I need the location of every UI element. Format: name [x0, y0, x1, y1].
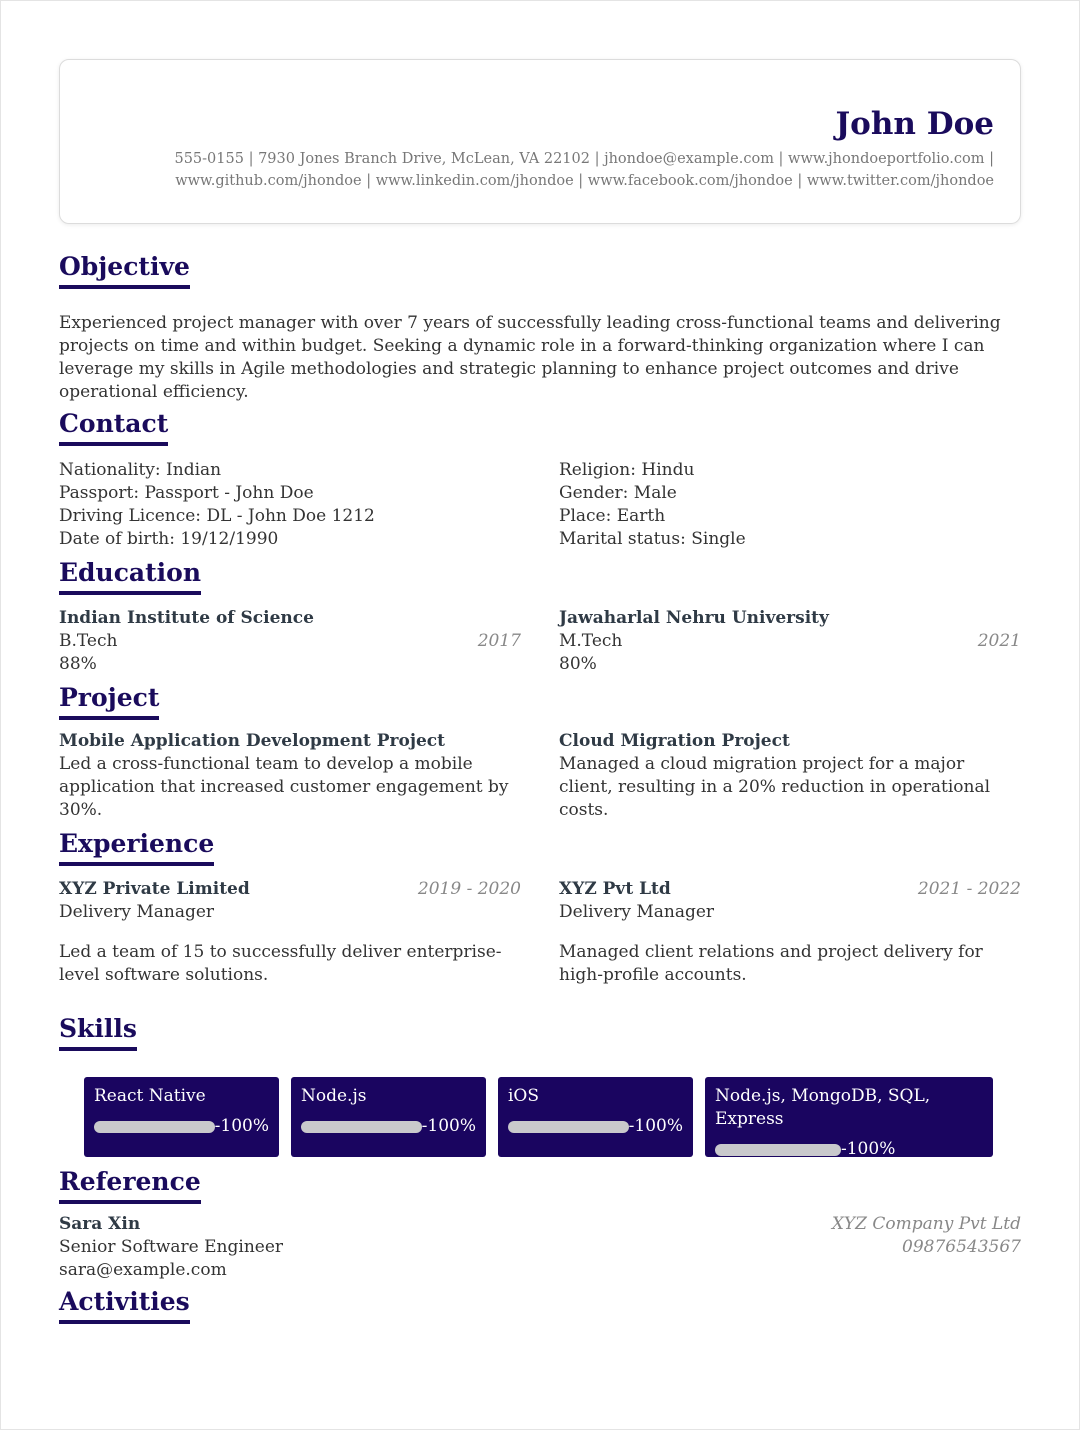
experience-period: 2019 - 2020: [417, 879, 521, 899]
skill-level-bar: [94, 1120, 215, 1133]
education-score: 88%: [59, 654, 97, 674]
skill-card: React Native -100%: [84, 1077, 279, 1157]
section-objective: Objective Experienced project manager wi…: [59, 252, 1021, 404]
experience-item: XYZ Pvt Ltd 2021 - 2022 Delivery Manager…: [559, 878, 1021, 987]
contact-line-2: www.github.com/jhondoe | www.linkedin.co…: [175, 173, 994, 189]
contact-religion: Religion: Hindu: [559, 460, 695, 480]
section-title-activities: Activities: [59, 1287, 190, 1324]
education-year: 2017: [477, 631, 521, 651]
experience-header: XYZ Pvt Ltd 2021 - 2022: [559, 878, 1021, 901]
education-year: 2021: [977, 631, 1021, 651]
experience-description: Led a team of 15 to successfully deliver…: [59, 942, 502, 985]
section-experience: Experience XYZ Private Limited 2019 - 20…: [59, 829, 1021, 987]
contact-nationality: Nationality: Indian: [59, 460, 222, 480]
skill-level-label: -100%: [421, 1116, 476, 1136]
reference-item: Sara Xin Senior Software Engineer sara@e…: [59, 1213, 1021, 1282]
section-title-contact: Contact: [59, 409, 169, 446]
project-list: Mobile Application Development Project L…: [59, 730, 1021, 822]
skill-level-bar: [715, 1143, 841, 1156]
experience-role: Delivery Manager: [559, 902, 715, 922]
education-degree: B.Tech: [59, 631, 118, 651]
reference-role: Senior Software Engineer: [59, 1237, 284, 1257]
experience-role: Delivery Manager: [59, 902, 215, 922]
reference-email: sara@example.com: [59, 1260, 227, 1280]
project-item: Cloud Migration Project Managed a cloud …: [559, 730, 1021, 822]
experience-list: XYZ Private Limited 2019 - 2020 Delivery…: [59, 878, 1021, 987]
reference-phone: 09876543567: [902, 1237, 1021, 1257]
experience-description: Managed client relations and project del…: [559, 942, 983, 985]
skill-card: Node.js, MongoDB, SQL, Express -100%: [705, 1077, 993, 1159]
skill-name: Node.js, MongoDB, SQL, Express: [715, 1086, 931, 1129]
contact-right: Religion: Hindu Gender: Male Place: Eart…: [559, 459, 1021, 551]
section-title-education: Education: [59, 558, 202, 595]
skill-list: React Native -100% Node.js -100% iOS -10…: [59, 1077, 1021, 1159]
section-title-project: Project: [59, 683, 160, 720]
skill-name: React Native: [94, 1086, 206, 1106]
section-education: Education Indian Institute of Science B.…: [59, 558, 1021, 676]
contact-marital-status: Marital status: Single: [559, 529, 746, 549]
skill-level-bar: [301, 1120, 422, 1133]
skill-name: iOS: [508, 1086, 540, 1106]
objective-text: Experienced project manager with over 7 …: [59, 313, 1001, 402]
section-activities: Activities: [59, 1287, 1021, 1324]
education-list: Indian Institute of Science B.Tech 2017 …: [59, 607, 1021, 676]
experience-header: XYZ Private Limited 2019 - 2020: [59, 878, 521, 901]
skill-level-label: -100%: [214, 1116, 269, 1136]
education-degree-row: M.Tech 2021: [559, 630, 1021, 653]
experience-company: XYZ Private Limited: [59, 879, 250, 899]
project-description: Managed a cloud migration project for a …: [559, 754, 991, 820]
contact-line-1: 555-0155 | 7930 Jones Branch Drive, McLe…: [174, 151, 994, 167]
section-title-experience: Experience: [59, 829, 215, 866]
resume-body: Objective Experienced project manager wi…: [59, 252, 1021, 1324]
header-card: John Doe 555-0155 | 7930 Jones Branch Dr…: [59, 59, 1021, 224]
section-title-objective: Objective: [59, 252, 190, 289]
skill-level-row: -100%: [508, 1115, 683, 1138]
contact-place: Place: Earth: [559, 506, 666, 526]
contact-driving-licence: Driving Licence: DL - John Doe 1212: [59, 506, 375, 526]
education-score: 80%: [559, 654, 597, 674]
section-title-skills: Skills: [59, 1014, 137, 1051]
section-reference: Reference Sara Xin Senior Software Engin…: [59, 1167, 1021, 1282]
skill-level-label: -100%: [628, 1116, 683, 1136]
reference-right: XYZ Company Pvt Ltd 09876543567: [832, 1213, 1021, 1282]
section-project: Project Mobile Application Development P…: [59, 683, 1021, 822]
experience-item: XYZ Private Limited 2019 - 2020 Delivery…: [59, 878, 521, 987]
project-name: Cloud Migration Project: [559, 731, 790, 751]
education-school: Jawaharlal Nehru University: [559, 608, 829, 628]
education-item: Jawaharlal Nehru University M.Tech 2021 …: [559, 607, 1021, 676]
contact-details: Nationality: Indian Passport: Passport -…: [59, 459, 1021, 551]
skill-card: Node.js -100%: [291, 1077, 486, 1157]
reference-name: Sara Xin: [59, 1214, 141, 1234]
skill-level-row: -100%: [94, 1115, 269, 1138]
contact-passport: Passport: Passport - John Doe: [59, 483, 314, 503]
project-item: Mobile Application Development Project L…: [59, 730, 521, 822]
skill-card: iOS -100%: [498, 1077, 693, 1157]
skill-name: Node.js: [301, 1086, 367, 1106]
experience-period: 2021 - 2022: [917, 879, 1021, 899]
education-item: Indian Institute of Science B.Tech 2017 …: [59, 607, 521, 676]
education-degree-row: B.Tech 2017: [59, 630, 521, 653]
skill-level-row: -100%: [301, 1115, 476, 1138]
contact-gender: Gender: Male: [559, 483, 677, 503]
skill-level-bar: [508, 1120, 629, 1133]
contact-date-of-birth: Date of birth: 19/12/1990: [59, 529, 279, 549]
project-description: Led a cross-functional team to develop a…: [59, 754, 509, 820]
skill-level-row: -100%: [715, 1138, 983, 1161]
skill-level-label: -100%: [841, 1139, 896, 1159]
project-name: Mobile Application Development Project: [59, 731, 445, 751]
reference-company: XYZ Company Pvt Ltd: [831, 1214, 1021, 1234]
education-school: Indian Institute of Science: [59, 608, 314, 628]
experience-company: XYZ Pvt Ltd: [559, 879, 671, 899]
education-degree: M.Tech: [559, 631, 623, 651]
reference-left: Sara Xin Senior Software Engineer sara@e…: [59, 1213, 283, 1282]
contact-left: Nationality: Indian Passport: Passport -…: [59, 459, 521, 551]
section-contact: Contact Nationality: Indian Passport: Pa…: [59, 409, 1021, 551]
resume-name: John Doe: [835, 106, 995, 142]
section-title-reference: Reference: [59, 1167, 201, 1204]
section-skills: Skills React Native -100% Node.js -100% …: [59, 1014, 1021, 1159]
